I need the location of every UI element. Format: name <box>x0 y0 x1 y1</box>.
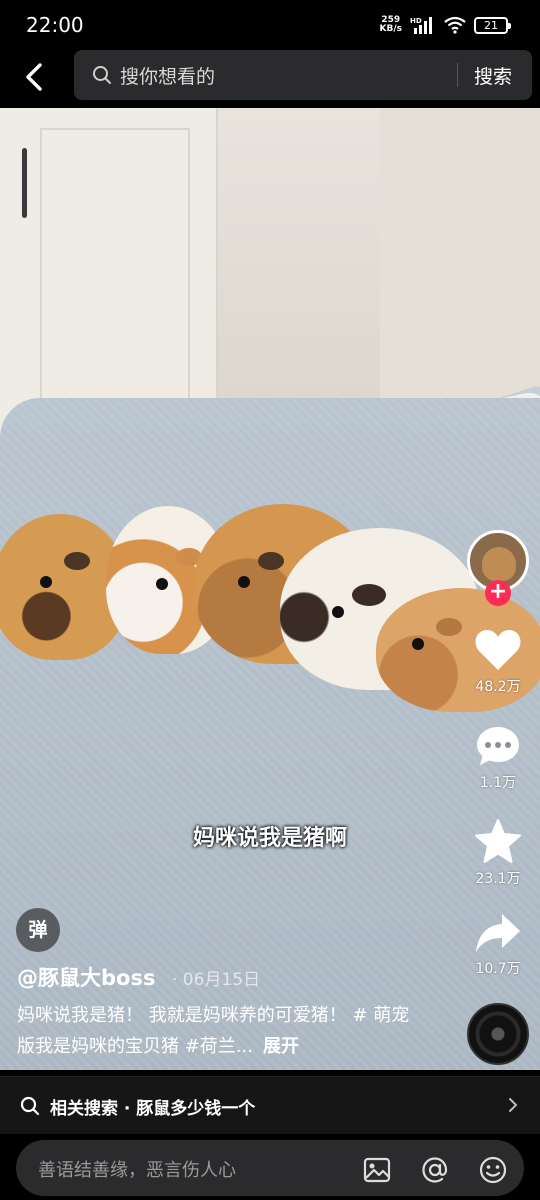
top-search-bar: 搜你想看的 搜索 <box>0 50 540 108</box>
search-divider <box>457 63 458 87</box>
status-bar: 22:00 259 KB/s HD 21 <box>0 0 540 50</box>
favorite-button[interactable]: 23.1万 <box>466 818 530 888</box>
chevron-right-icon <box>509 1098 518 1112</box>
related-search-bar[interactable]: 相关搜索 · 豚鼠多少钱一个 <box>0 1076 540 1134</box>
signal-icon: HD <box>410 17 432 34</box>
wall <box>380 108 540 428</box>
share-count: 10.7万 <box>475 961 521 977</box>
comment-input[interactable]: 善语结善缘，恶言伤人心 <box>16 1140 524 1196</box>
search-button[interactable]: 搜索 <box>474 62 512 89</box>
status-time: 22:00 <box>26 13 84 37</box>
comment-count: 1.1万 <box>479 775 517 791</box>
svg-text:HD: HD <box>410 17 422 25</box>
heart-icon <box>475 630 521 670</box>
author-name[interactable]: @豚鼠大boss <box>17 962 155 992</box>
comment-bar: 善语结善缘，恶言伤人心 <box>0 1134 540 1200</box>
wifi-icon <box>444 16 466 34</box>
caption-text: 妈咪说我是猪！ 我就是妈咪养的可爱猪！ # 萌宠版我是妈咪的宝贝猪 #荷兰... <box>17 1005 410 1057</box>
expand-caption-button[interactable]: 展开 <box>263 1036 299 1057</box>
follow-button[interactable]: + <box>485 580 511 606</box>
related-search-text: 相关搜索 · 豚鼠多少钱一个 <box>50 1099 256 1119</box>
search-input[interactable]: 搜你想看的 搜索 <box>74 50 532 100</box>
share-icon <box>476 914 520 952</box>
status-indicators: 259 KB/s HD 21 <box>379 15 511 34</box>
at-icon[interactable] <box>420 1155 450 1185</box>
search-icon <box>93 66 111 84</box>
search-placeholder: 搜你想看的 <box>120 66 216 88</box>
comment-icon <box>477 727 519 765</box>
door-handle <box>22 148 27 218</box>
video-player[interactable]: 妈咪说我是猪啊 <box>0 108 540 1070</box>
post-date: · 06月15日 <box>172 970 261 990</box>
like-button[interactable]: 48.2万 <box>466 628 530 696</box>
favorite-count: 23.1万 <box>475 871 521 887</box>
search-icon <box>20 1096 40 1116</box>
back-icon[interactable] <box>16 59 52 95</box>
emoji-icon[interactable] <box>478 1155 508 1185</box>
post-caption: 妈咪说我是猪！ 我就是妈咪养的可爱猪！ # 萌宠版我是妈咪的宝贝猪 #荷兰...… <box>17 1000 417 1062</box>
share-button[interactable]: 10.7万 <box>466 912 530 978</box>
like-count: 48.2万 <box>475 679 521 695</box>
image-icon[interactable] <box>362 1155 392 1185</box>
music-disc[interactable] <box>467 1003 529 1065</box>
danmaku-toggle-button[interactable]: 弹 <box>16 908 60 952</box>
video-subtitle: 妈咪说我是猪啊 <box>192 826 347 851</box>
battery-indicator: 21 <box>474 16 511 34</box>
network-speed: 259 KB/s <box>379 15 402 34</box>
comment-placeholder: 善语结善缘，恶言伤人心 <box>38 1160 236 1181</box>
star-icon <box>475 819 521 863</box>
comment-button[interactable]: 1.1万 <box>466 724 530 792</box>
